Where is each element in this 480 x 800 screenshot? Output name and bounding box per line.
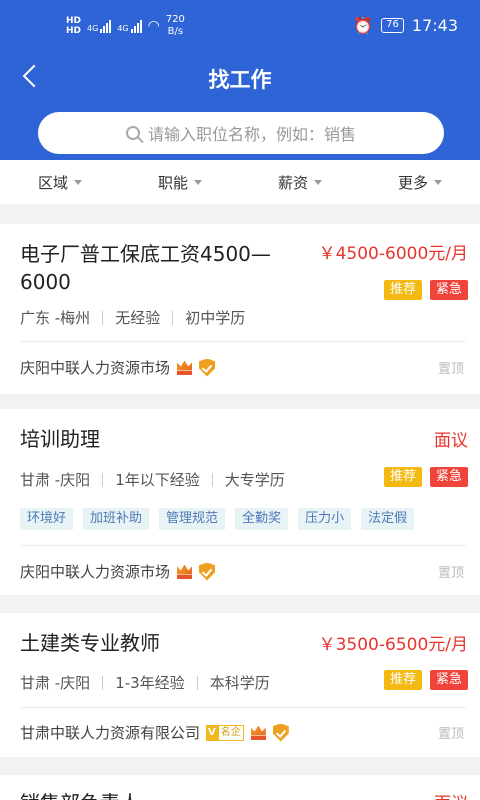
job-meta: 甘肃 -庆阳 1-3年经验 本科学历 bbox=[20, 674, 270, 692]
welfare-tag: 加班补助 bbox=[83, 508, 150, 530]
welfare-tags: 环境好 加班补助 管理规范 全勤奖 压力小 法定假 bbox=[20, 508, 415, 530]
job-card[interactable]: 电子厂普工保底工资4500— 6000 ￥4500-6000元/月 推荐 紧急 … bbox=[0, 224, 480, 394]
urgent-badge: 紧急 bbox=[429, 280, 468, 300]
filter-bar: 区域 职能 薪资 更多 bbox=[0, 160, 480, 204]
welfare-tag: 管理规范 bbox=[159, 508, 226, 530]
job-salary: 面议 bbox=[434, 789, 468, 800]
job-card[interactable]: 培训助理 面议 推荐 紧急 甘肃 -庆阳 1年以下经验 大专学历 环境好 加班补… bbox=[0, 409, 480, 595]
job-title: 销售部负责人 bbox=[20, 789, 140, 800]
caret-down-icon bbox=[314, 179, 322, 185]
caret-down-icon bbox=[74, 179, 82, 185]
app-header: HD HD 4G 4G ◠ 720 B/s ⏰ 76 17:43 找工作 请输入… bbox=[0, 0, 480, 160]
job-meta: 广东 -梅州 无经验 初中学历 bbox=[20, 309, 246, 327]
job-title: 土建类专业教师 bbox=[20, 631, 160, 655]
crown-icon bbox=[250, 726, 267, 740]
verified-shield-icon bbox=[199, 358, 216, 377]
pinned-label: 置顶 bbox=[437, 362, 464, 377]
vip-enterprise-badge: V 名企 bbox=[206, 724, 244, 741]
signal-icon-2: 4G bbox=[117, 19, 142, 33]
company-name[interactable]: 甘肃中联人力资源有限公司 V 名企 bbox=[20, 722, 289, 743]
job-meta: 甘肃 -庆阳 1年以下经验 大专学历 bbox=[20, 471, 285, 489]
welfare-tag: 全勤奖 bbox=[235, 508, 289, 530]
welfare-tag: 压力小 bbox=[298, 508, 352, 530]
clock: 17:43 bbox=[411, 16, 458, 35]
job-title: 培训助理 bbox=[20, 427, 100, 451]
company-name[interactable]: 庆阳中联人力资源市场 bbox=[20, 357, 216, 378]
alarm-icon: ⏰ bbox=[353, 16, 374, 35]
crown-icon bbox=[176, 361, 193, 375]
search-icon bbox=[125, 126, 140, 140]
welfare-tag: 法定假 bbox=[361, 508, 415, 530]
caret-down-icon bbox=[194, 179, 202, 185]
urgent-badge: 紧急 bbox=[429, 467, 468, 487]
filter-function[interactable]: 职能 bbox=[120, 160, 240, 204]
verified-shield-icon bbox=[199, 562, 216, 581]
search-input[interactable]: 请输入职位名称，例如：销售 bbox=[38, 112, 444, 154]
crown-icon bbox=[176, 565, 193, 579]
recommend-badge: 推荐 bbox=[383, 280, 422, 300]
welfare-tag: 环境好 bbox=[20, 508, 74, 530]
job-salary: ￥3500-6500元/月 bbox=[318, 635, 468, 655]
job-card[interactable]: 销售部负责人 面议 bbox=[0, 775, 480, 800]
recommend-badge: 推荐 bbox=[383, 670, 422, 690]
recommend-badge: 推荐 bbox=[383, 467, 422, 487]
filter-region[interactable]: 区域 bbox=[0, 160, 120, 204]
company-name[interactable]: 庆阳中联人力资源市场 bbox=[20, 561, 216, 582]
network-speed: 720 B/s bbox=[165, 14, 185, 37]
job-title: 电子厂普工保底工资4500— 6000 bbox=[20, 242, 271, 294]
search-placeholder: 请输入职位名称，例如：销售 bbox=[147, 125, 356, 144]
status-bar: HD HD 4G 4G ◠ 720 B/s ⏰ 76 17:43 bbox=[0, 14, 480, 44]
hd-indicator: HD HD bbox=[66, 16, 82, 36]
pinned-label: 置顶 bbox=[437, 727, 464, 742]
wifi-icon: ◠ bbox=[147, 18, 160, 34]
filter-more[interactable]: 更多 bbox=[360, 160, 480, 204]
job-card[interactable]: 土建类专业教师 ￥3500-6500元/月 推荐 紧急 甘肃 -庆阳 1-3年经… bbox=[0, 613, 480, 757]
verified-shield-icon bbox=[272, 723, 289, 742]
page-title: 找工作 bbox=[208, 68, 272, 92]
job-salary: ￥4500-6000元/月 bbox=[318, 244, 468, 264]
job-salary: 面议 bbox=[434, 431, 468, 451]
urgent-badge: 紧急 bbox=[429, 670, 468, 690]
filter-salary[interactable]: 薪资 bbox=[240, 160, 360, 204]
caret-down-icon bbox=[434, 179, 442, 185]
battery-indicator: 76 bbox=[381, 18, 404, 33]
pinned-label: 置顶 bbox=[437, 566, 464, 581]
signal-icon-1: 4G bbox=[87, 19, 112, 33]
